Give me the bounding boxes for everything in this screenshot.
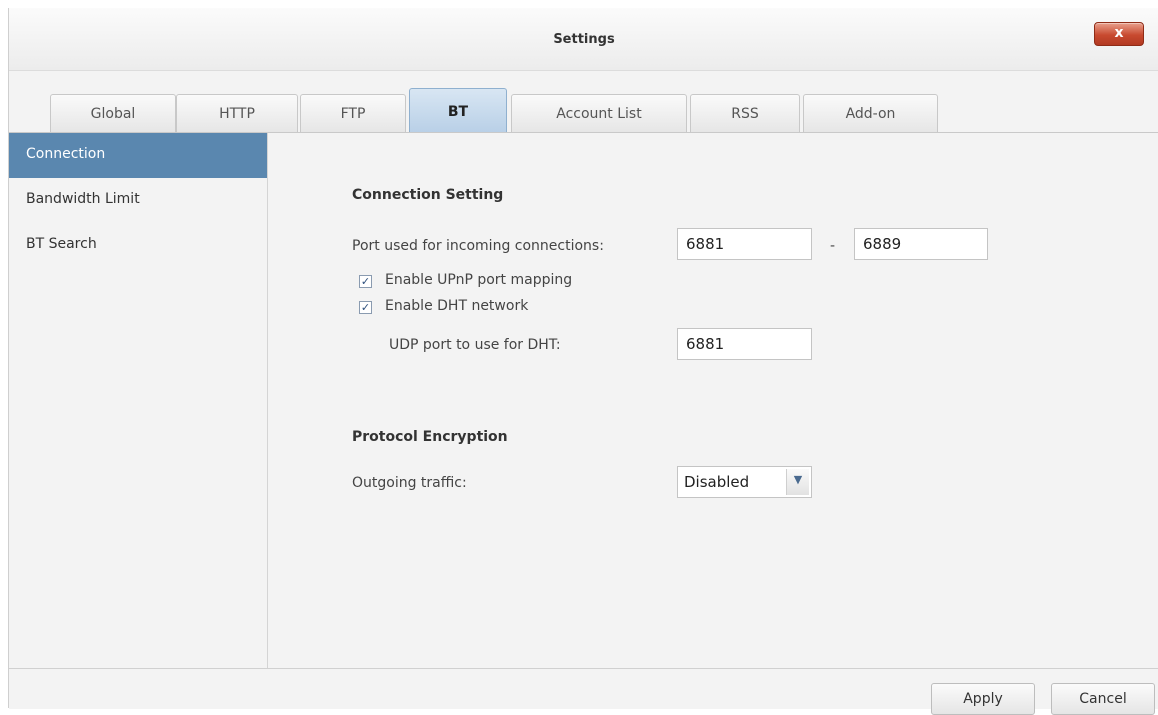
protocol-encryption-heading: Protocol Encryption bbox=[352, 429, 508, 445]
upnp-label: Enable UPnP port mapping bbox=[385, 272, 573, 288]
chevron-down-icon[interactable]: ▼ bbox=[786, 469, 809, 495]
port-range-separator: - bbox=[830, 238, 836, 254]
connection-setting-heading: Connection Setting bbox=[352, 187, 504, 203]
dht-udp-port-label: UDP port to use for DHT: bbox=[389, 337, 561, 353]
window-title: Settings bbox=[553, 32, 615, 47]
close-icon: x bbox=[1114, 25, 1124, 41]
dht-label: Enable DHT network bbox=[385, 298, 529, 314]
sidebar-item-bandwidth-limit[interactable]: Bandwidth Limit bbox=[9, 178, 267, 223]
outgoing-traffic-value: Disabled bbox=[684, 473, 750, 491]
sidebar-item-bt-search[interactable]: BT Search bbox=[9, 223, 267, 268]
outgoing-traffic-label: Outgoing traffic: bbox=[352, 475, 467, 491]
cancel-button[interactable]: Cancel bbox=[1051, 683, 1155, 715]
check-icon: ✓ bbox=[360, 275, 371, 288]
check-icon: ✓ bbox=[360, 301, 371, 314]
port-to-input[interactable]: 6889 bbox=[854, 228, 988, 260]
close-button[interactable]: x bbox=[1094, 22, 1144, 46]
sidebar-item-connection[interactable]: Connection bbox=[9, 133, 267, 178]
title-bar: Settings x bbox=[9, 8, 1158, 71]
settings-window: Settings x Global HTTP FTP BT Account Li… bbox=[8, 8, 1158, 715]
tab-http[interactable]: HTTP bbox=[176, 94, 298, 132]
tab-account-list[interactable]: Account List bbox=[511, 94, 687, 132]
port-label: Port used for incoming connections: bbox=[352, 238, 604, 254]
main-panel: Connection Setting Port used for incomin… bbox=[268, 132, 1158, 668]
tab-add-on[interactable]: Add-on bbox=[803, 94, 938, 132]
tab-rss[interactable]: RSS bbox=[690, 94, 800, 132]
footer: Apply Cancel bbox=[9, 668, 1158, 715]
tab-global[interactable]: Global bbox=[50, 94, 176, 132]
tab-bar: Global HTTP FTP BT Account List RSS Add-… bbox=[9, 88, 1158, 132]
sidebar: Connection Bandwidth Limit BT Search bbox=[9, 132, 268, 668]
dht-udp-port-input[interactable]: 6881 bbox=[677, 328, 812, 360]
tab-bt[interactable]: BT bbox=[409, 88, 507, 132]
upnp-checkbox[interactable]: ✓ bbox=[359, 275, 372, 288]
tab-ftp[interactable]: FTP bbox=[300, 94, 406, 132]
dht-checkbox[interactable]: ✓ bbox=[359, 301, 372, 314]
outgoing-traffic-select[interactable]: Disabled ▼ bbox=[677, 466, 812, 498]
apply-button[interactable]: Apply bbox=[931, 683, 1035, 715]
port-from-input[interactable]: 6881 bbox=[677, 228, 812, 260]
